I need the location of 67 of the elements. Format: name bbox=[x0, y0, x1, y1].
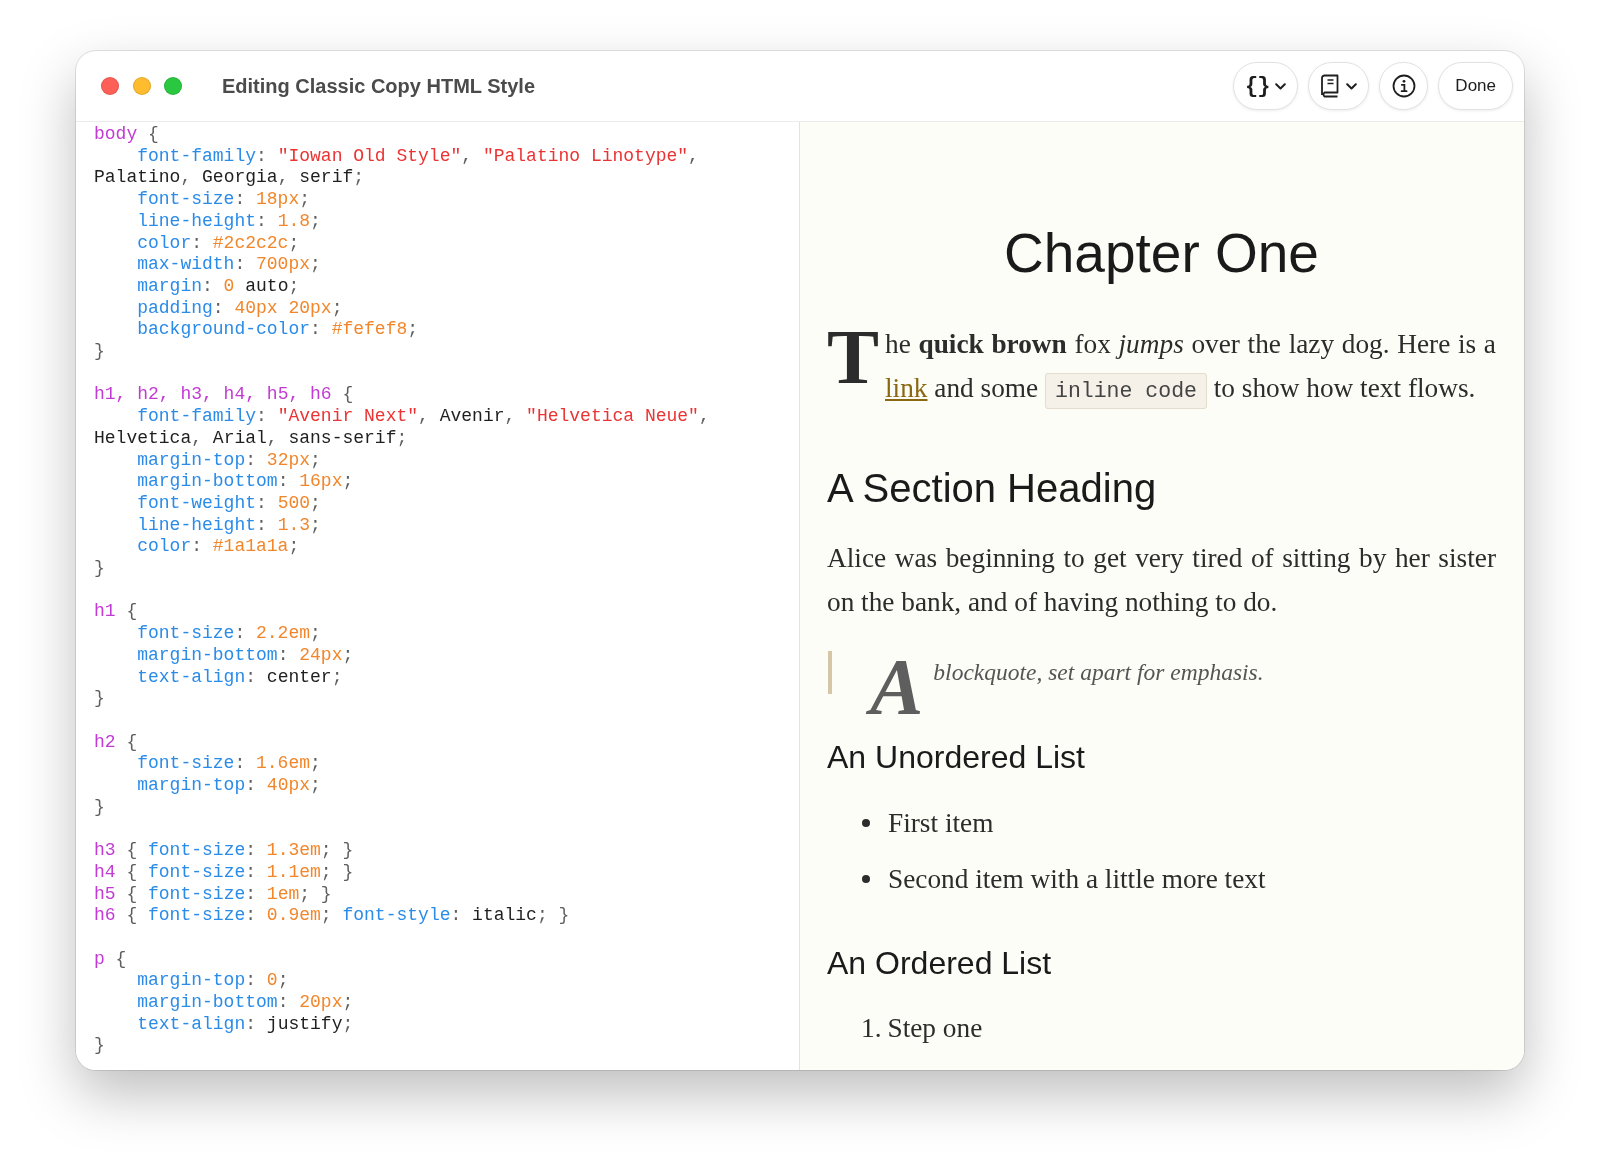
code-line: h6 { font-size: 0.9em; font-style: italic; } bbox=[94, 905, 570, 927]
code-line: text-align: justify; bbox=[137, 1013, 354, 1036]
quote-bar bbox=[828, 651, 832, 694]
chapter-heading: Chapter One bbox=[1004, 221, 1319, 286]
code-line: padding: 40px 20px; bbox=[137, 297, 343, 320]
info-button[interactable] bbox=[1379, 62, 1429, 110]
list-number: 1. bbox=[861, 1012, 882, 1046]
chevron-down-icon bbox=[1275, 82, 1287, 90]
code-line: body { bbox=[94, 124, 159, 146]
code-line: margin-bottom: 16px; bbox=[137, 471, 354, 493]
section-heading: A Section Heading bbox=[827, 465, 1157, 512]
list-item-text: First item bbox=[888, 806, 994, 840]
code-line: h2 { bbox=[94, 731, 138, 754]
info-icon bbox=[1391, 74, 1416, 98]
code-line: margin-bottom: 20px; bbox=[137, 992, 354, 1014]
code-line: margin: 0 auto; bbox=[137, 275, 300, 298]
code-line: } bbox=[94, 558, 105, 580]
code-line: Palatino, Georgia, serif; bbox=[94, 167, 365, 190]
code-line: font-size: 18px; bbox=[137, 189, 311, 211]
blockquote-text: blockquote, set apart for emphasis. bbox=[933, 658, 1264, 687]
code-line: color: #2c2c2c; bbox=[137, 232, 300, 255]
bullet-icon bbox=[862, 874, 870, 883]
list-item-text: Step one bbox=[887, 1012, 983, 1046]
window-title: Editing Classic Copy HTML Style bbox=[222, 74, 536, 98]
bullet-icon bbox=[862, 818, 870, 827]
code-line: h5 { font-size: 1em; } bbox=[94, 883, 332, 906]
code-line: h1 { bbox=[94, 601, 138, 624]
code-line: max-width: 700px; bbox=[137, 254, 321, 276]
paragraph: Alice was beginning to get very tired of sitting by her sister on the bank, and of having nothing to do. bbox=[827, 542, 1496, 619]
code-line: } bbox=[94, 341, 105, 363]
code-line: font-family: "Iowan Old Style", "Palatino Linotype", bbox=[137, 145, 699, 168]
minimize-button[interactable] bbox=[132, 77, 151, 95]
code-line: font-size: 2.2em; bbox=[137, 623, 321, 645]
code-line: text-align: center; bbox=[137, 666, 343, 689]
paragraph: he quick brown fox jumps over the lazy dog. Here is a link and some inline code to show how text flows. bbox=[885, 322, 1496, 410]
code-line: margin-top: 40px; bbox=[137, 775, 321, 797]
done-button[interactable]: Done bbox=[1438, 62, 1513, 110]
book-menu-button[interactable] bbox=[1308, 62, 1370, 110]
code-line: margin-top: 32px; bbox=[137, 449, 321, 472]
code-line: } bbox=[94, 688, 105, 710]
code-line: margin-top: 0; bbox=[137, 970, 289, 993]
code-line: line-height: 1.3; bbox=[137, 514, 321, 537]
close-button[interactable] bbox=[101, 77, 119, 95]
zoom-button[interactable] bbox=[164, 77, 182, 95]
code-line: margin-bottom: 24px; bbox=[137, 644, 354, 667]
code-line: font-family: "Avenir Next", Avenir, "Helvetica Neue", bbox=[137, 406, 710, 428]
code-line: } bbox=[94, 796, 105, 819]
code-line: p { bbox=[94, 948, 127, 971]
code-line: h1, h2, h3, h4, h5, h6 { bbox=[94, 384, 354, 407]
subsection-heading: An Unordered List bbox=[827, 738, 1085, 777]
code-line: Helvetica, Arial, sans-serif; bbox=[94, 427, 408, 450]
book-icon bbox=[1320, 74, 1341, 98]
code-line: h4 { font-size: 1.1em; } bbox=[94, 861, 354, 884]
code-line: line-height: 1.8; bbox=[137, 210, 321, 233]
inline-code: inline code bbox=[1045, 373, 1207, 409]
subsection-heading: An Ordered List bbox=[827, 943, 1052, 983]
link[interactable]: link bbox=[885, 373, 928, 403]
code-line: h3 { font-size: 1.3em; } bbox=[94, 840, 354, 862]
list-item-text: Second item with a little more text bbox=[888, 862, 1266, 896]
chevron-down-icon bbox=[1346, 82, 1358, 90]
code-line: } bbox=[94, 1035, 105, 1058]
drop-cap: T bbox=[827, 322, 880, 393]
braces-menu-button[interactable]: {} bbox=[1232, 62, 1299, 110]
code-line: background-color: #fefef8; bbox=[137, 319, 419, 342]
code-line: font-size: 1.6em; bbox=[137, 753, 321, 776]
code-line: font-weight: 500; bbox=[137, 492, 321, 515]
code-line: color: #1a1a1a; bbox=[137, 536, 300, 559]
